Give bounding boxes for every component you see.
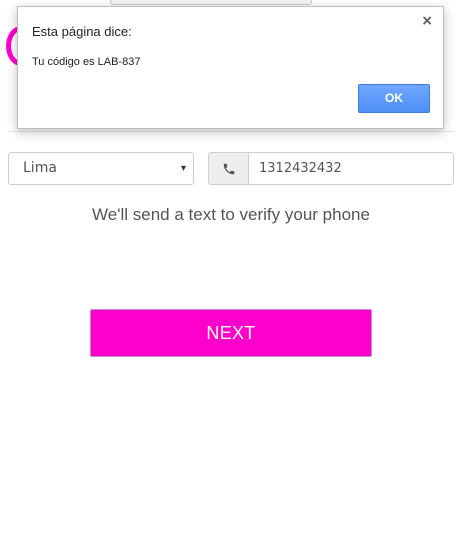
page: Lima ▾ We'll send a text to verify your … [0,0,462,560]
chevron-down-icon: ▾ [180,163,186,174]
phone-icon [223,163,234,174]
verify-instructions: We'll send a text to verify your phone [92,205,370,224]
city-select[interactable]: Lima ▾ [8,152,194,185]
dialog-message: Tu código es LAB-837 [32,56,141,68]
city-select-value: Lima [23,160,57,176]
phone-addon [208,152,248,185]
alert-dialog: Esta página dice: × Tu código es LAB-837… [17,6,444,129]
close-icon[interactable]: × [421,13,433,29]
phone-input[interactable] [248,152,454,185]
dialog-title: Esta página dice: [32,24,132,39]
ok-button[interactable]: OK [358,84,430,113]
next-button[interactable]: NEXT [90,309,372,357]
header-divider [8,131,454,132]
address-bar-remnant [110,0,312,5]
phone-group [208,152,454,185]
